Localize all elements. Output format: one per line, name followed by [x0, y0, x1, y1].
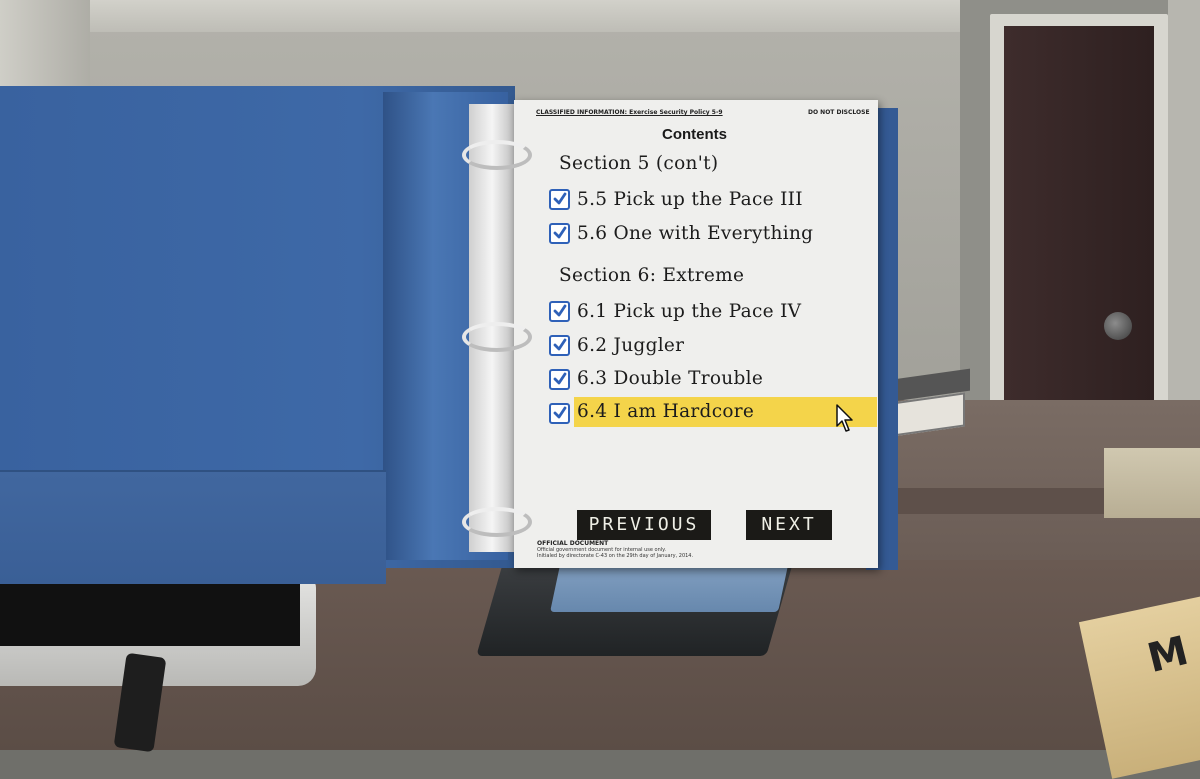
level-item[interactable]: 6.1 Pick up the Pace IV	[574, 297, 877, 327]
checkbox-5-6	[549, 223, 570, 244]
manila-folder	[1078, 593, 1200, 779]
next-button[interactable]: NEXT	[746, 510, 832, 540]
checkbox-6-2	[549, 335, 570, 356]
classified-header: CLASSIFIED INFORMATION: Exercise Securit…	[536, 109, 723, 116]
section-heading: Section 6: Extreme	[559, 265, 745, 286]
checkbox-6-4	[549, 403, 570, 424]
checkbox-6-3	[549, 369, 570, 390]
level-item[interactable]: 6.3 Double Trouble	[574, 364, 877, 394]
checkbox-6-1	[549, 301, 570, 322]
page-title: Contents	[662, 126, 727, 143]
binder-ring	[462, 322, 532, 352]
check-icon	[553, 192, 567, 205]
right-wall	[1168, 0, 1200, 460]
cardboard-box	[1104, 448, 1200, 518]
footer-title: OFFICIAL DOCUMENT	[537, 540, 609, 547]
checkbox-5-5	[549, 189, 570, 210]
binder-ring	[462, 507, 532, 537]
laptop-screen	[0, 574, 300, 646]
level-item-selected[interactable]: 6.4 I am Hardcore	[574, 397, 877, 427]
check-icon	[553, 226, 567, 239]
level-item[interactable]: 5.5 Pick up the Pace III	[574, 185, 877, 215]
binder-ring	[462, 140, 532, 170]
binder-pocket	[0, 470, 386, 584]
check-icon	[553, 304, 567, 317]
footer-text: Initialed by directorate C-43 on the 29t…	[537, 553, 694, 559]
check-icon	[553, 406, 567, 419]
do-not-disclose-label: DO NOT DISCLOSE	[808, 109, 870, 116]
section-heading: Section 5 (con't)	[559, 153, 719, 174]
check-icon	[553, 338, 567, 351]
previous-button[interactable]: PREVIOUS	[577, 510, 711, 540]
check-icon	[553, 372, 567, 385]
door-knob[interactable]	[1104, 312, 1132, 340]
level-item[interactable]: 6.2 Juggler	[574, 331, 877, 361]
level-item[interactable]: 5.6 One with Everything	[574, 219, 877, 249]
mouse-cursor-icon	[836, 404, 856, 438]
